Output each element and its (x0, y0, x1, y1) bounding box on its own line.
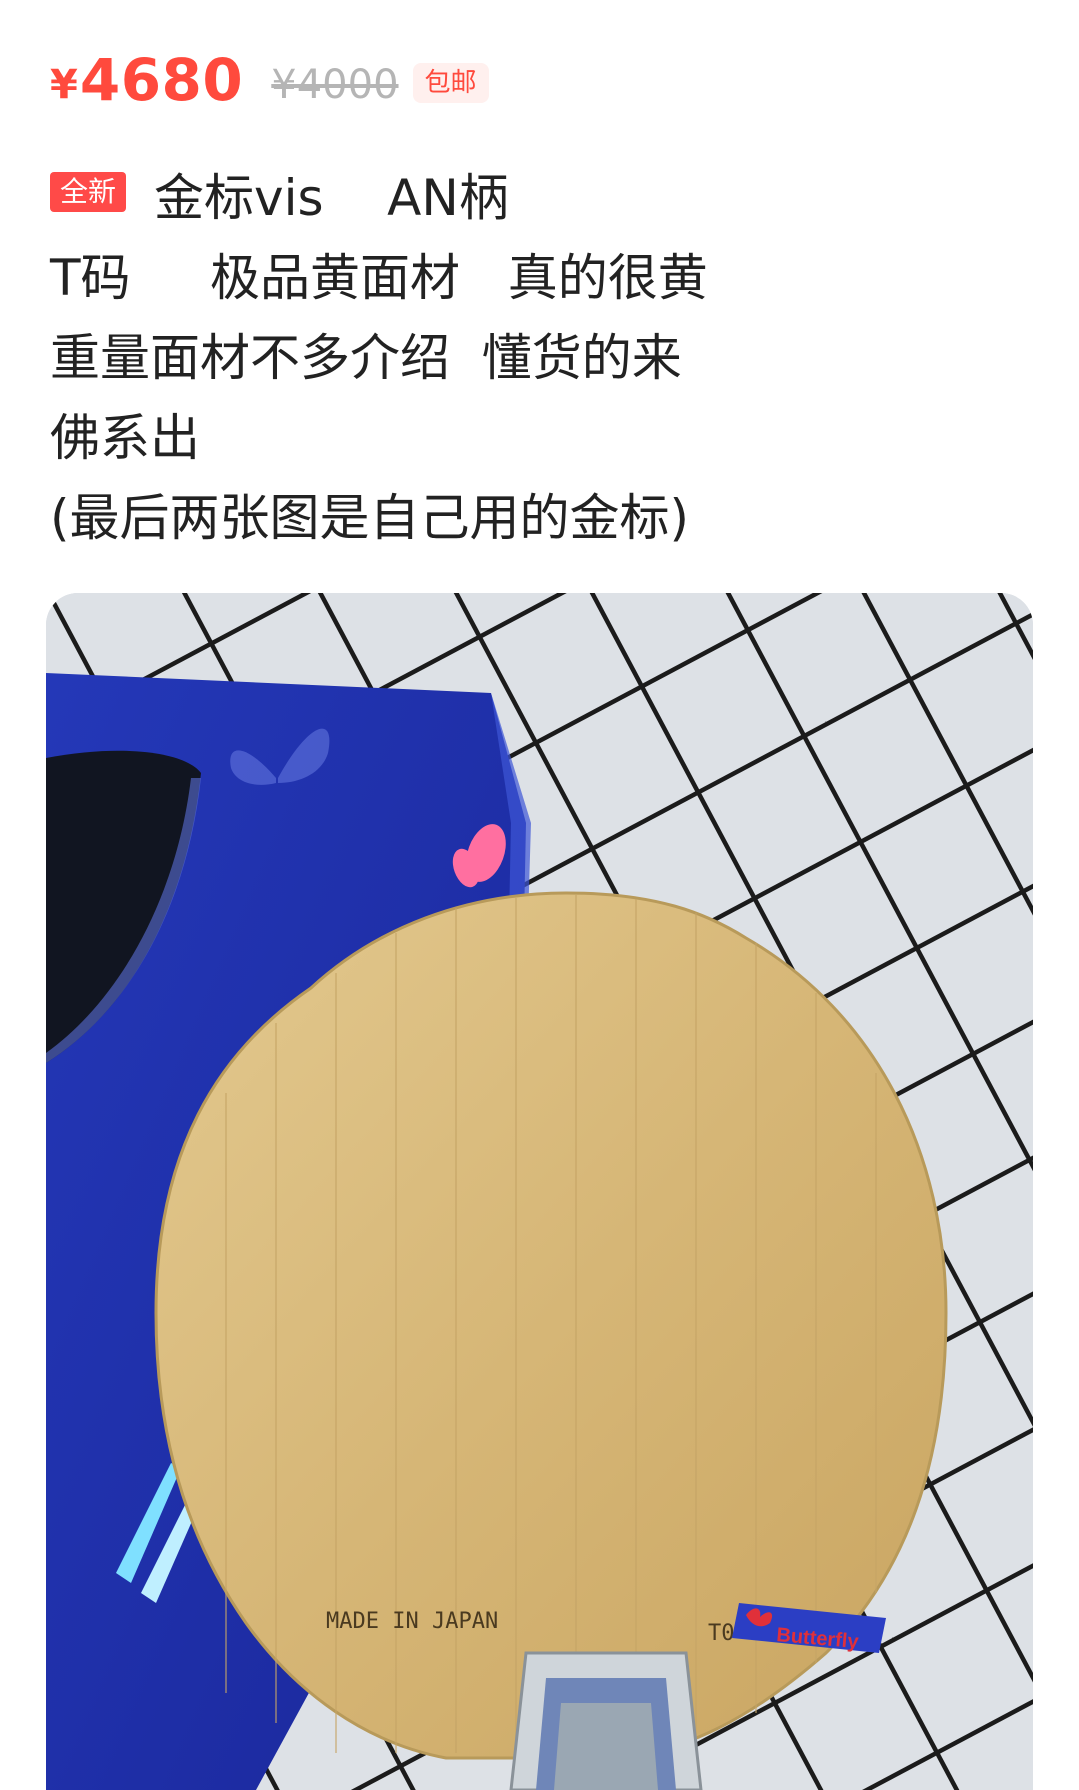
original-price: ¥4000 (271, 62, 399, 108)
product-photo-illustration: MADE IN JAPAN T0 Butterfly (46, 593, 1033, 1790)
price-row: ¥ 4680 ¥4000 包邮 (50, 45, 489, 115)
blade-stamp: MADE IN JAPAN (326, 1609, 498, 1634)
item-description: 全新 金标vis AN柄 T码 极品黄面材 真的很黄 重量面材不多介绍 懂货的来 … (50, 158, 1040, 558)
description-line-5: (最后两张图是自己用的金标) (50, 489, 690, 547)
description-line-1: 全新 金标vis AN柄 (50, 158, 1040, 238)
blade-code: T0 (708, 1621, 735, 1646)
free-shipping-badge: 包邮 (412, 63, 489, 103)
description-line-2: T码 极品黄面材 真的很黄 (50, 249, 708, 307)
description-text-1: 金标vis AN柄 (154, 169, 509, 227)
description-line-4: 佛系出 (50, 409, 200, 467)
currency-symbol: ¥ (50, 62, 78, 108)
condition-badge: 全新 (50, 172, 127, 212)
description-line-3: 重量面材不多介绍 懂货的来 (50, 329, 682, 387)
product-photo[interactable]: MADE IN JAPAN T0 Butterfly (46, 593, 1033, 1790)
listing-page: ¥ 4680 ¥4000 包邮 全新 金标vis AN柄 T码 极品黄面材 真的很… (0, 0, 1079, 1790)
current-price: 4680 (79, 46, 244, 114)
